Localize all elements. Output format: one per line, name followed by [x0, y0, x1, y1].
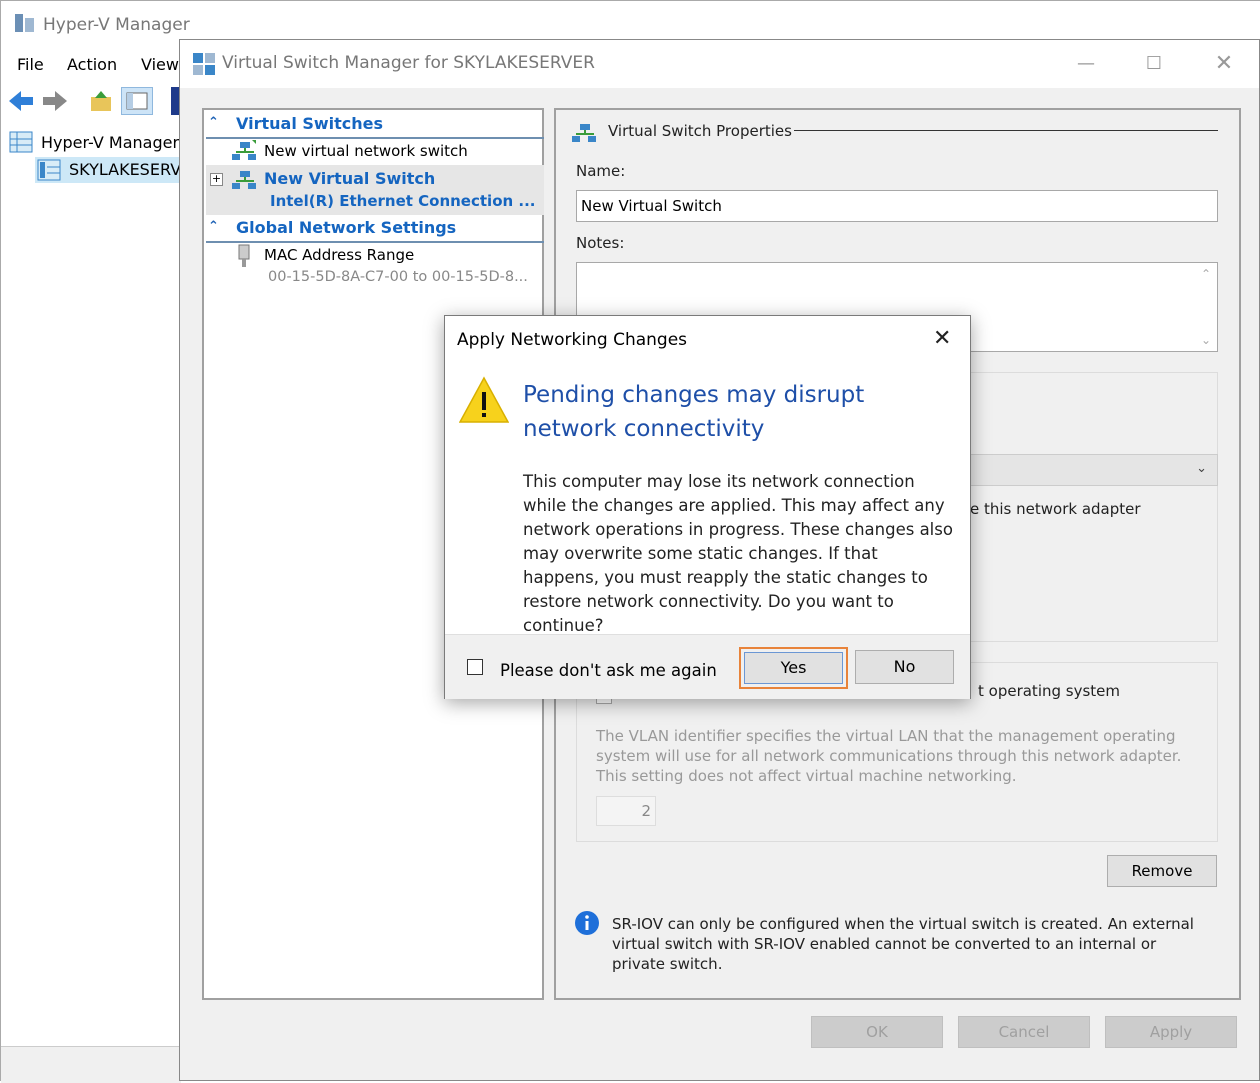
minimize-icon[interactable]: —: [1072, 50, 1100, 78]
section-virtual-switches[interactable]: ⌃ Virtual Switches: [206, 113, 544, 139]
back-arrow-icon[interactable]: [7, 89, 35, 117]
menu-file[interactable]: File: [17, 55, 44, 74]
properties-switch-icon: [572, 122, 598, 148]
dialog-footer: Please don't ask me again Yes No: [445, 634, 970, 699]
cancel-button[interactable]: Cancel: [958, 1016, 1090, 1048]
tree-server-label: SKYLAKESERVE: [69, 160, 192, 179]
menu-view[interactable]: View: [141, 55, 179, 74]
close-icon[interactable]: ✕: [1210, 50, 1238, 78]
ok-button[interactable]: OK: [811, 1016, 943, 1048]
hyperv-toolbar: [1, 81, 181, 122]
section-global-network-settings[interactable]: ⌃ Global Network Settings: [206, 217, 544, 243]
server-node-icon: [37, 159, 61, 185]
hyperv-app-icon: [13, 12, 37, 34]
switch-icon: [232, 169, 258, 195]
tree-server-selected[interactable]: SKYLAKESERVE: [35, 157, 191, 185]
yes-focus-ring: Yes: [739, 647, 848, 689]
switch-name: New Virtual Switch: [264, 169, 436, 188]
mac-address-icon: [236, 244, 252, 272]
selected-switch-row[interactable]: + New Virtual Switch Intel(R) Ethernet C…: [206, 165, 544, 215]
expand-plus-icon[interactable]: +: [210, 173, 223, 186]
name-input-value: New Virtual Switch: [581, 197, 722, 215]
info-icon: [574, 910, 600, 940]
vlan-description: The VLAN identifier specifies the virtua…: [596, 727, 1182, 785]
vsm-title: Virtual Switch Manager for SKYLAKESERVER: [222, 53, 595, 73]
tree-hyperv-manager[interactable]: Hyper-V Manager: [41, 133, 179, 152]
no-button[interactable]: No: [855, 650, 954, 684]
scroll-down-icon[interactable]: ⌄: [1201, 333, 1211, 347]
hyperv-tree-pane: Hyper-V Manager SKYLAKESERVE: [1, 121, 191, 1046]
hyperv-manager-node-icon: [9, 131, 33, 157]
sriov-info-text: SR-IOV can only be configured when the v…: [612, 915, 1194, 973]
apply-networking-changes-dialog: Apply Networking Changes ✕ Pending chang…: [444, 315, 971, 699]
mac-address-range[interactable]: MAC Address Range: [264, 246, 414, 264]
maximize-icon[interactable]: ☐: [1140, 50, 1168, 78]
hyperv-title: Hyper-V Manager: [43, 15, 190, 35]
menu-action[interactable]: Action: [67, 55, 117, 74]
chevron-down-icon: ⌄: [1196, 461, 1207, 476]
collapse-chevron-icon[interactable]: ⌃: [208, 219, 219, 234]
vlan-id-input[interactable]: 2: [596, 796, 656, 826]
properties-header: Virtual Switch Properties: [608, 122, 792, 140]
name-input[interactable]: New Virtual Switch: [576, 190, 1218, 222]
dialog-heading: Pending changes may disrupt network conn…: [523, 382, 865, 442]
dont-ask-label[interactable]: Please don't ask me again: [500, 661, 717, 680]
vsm-app-icon: [192, 52, 216, 80]
collapse-chevron-icon[interactable]: ⌃: [208, 115, 219, 130]
warning-icon: [458, 376, 510, 428]
yes-button[interactable]: Yes: [744, 652, 843, 684]
scroll-up-icon[interactable]: ⌃: [1201, 267, 1211, 281]
allow-os-share-text[interactable]: e this network adapter: [970, 500, 1141, 518]
show-hide-tree-icon[interactable]: [121, 87, 153, 115]
mac-address-value: 00-15-5D-8A-C7-00 to 00-15-5D-8...: [268, 269, 528, 285]
forward-arrow-icon[interactable]: [41, 89, 69, 117]
dialog-close-icon[interactable]: ✕: [933, 326, 951, 351]
toolbar-extra-icon[interactable]: [171, 87, 179, 115]
header-divider: [794, 130, 1218, 131]
name-label: Name:: [576, 162, 626, 180]
up-folder-icon[interactable]: [89, 89, 113, 117]
new-switch-icon: [232, 140, 258, 166]
dialog-title: Apply Networking Changes: [457, 330, 688, 350]
section-global-label: Global Network Settings: [236, 218, 457, 237]
vsm-titlebar: Virtual Switch Manager for SKYLAKESERVER…: [180, 40, 1259, 88]
apply-button[interactable]: Apply: [1105, 1016, 1237, 1048]
section-virtual-switches-label: Virtual Switches: [236, 114, 384, 133]
dont-ask-checkbox[interactable]: [467, 659, 483, 675]
notes-label: Notes:: [576, 234, 625, 252]
switch-adapter: Intel(R) Ethernet Connection ...: [270, 192, 536, 210]
dialog-body: This computer may lose its network conne…: [523, 472, 953, 635]
remove-button[interactable]: Remove: [1107, 855, 1217, 887]
adapter-dropdown[interactable]: ⌄: [946, 454, 1218, 486]
vlan-os-text: t operating system: [978, 682, 1121, 700]
vlan-id-value: 2: [641, 802, 651, 820]
new-virtual-network-switch[interactable]: New virtual network switch: [264, 142, 468, 160]
hyperv-statusbar: [1, 1046, 181, 1083]
